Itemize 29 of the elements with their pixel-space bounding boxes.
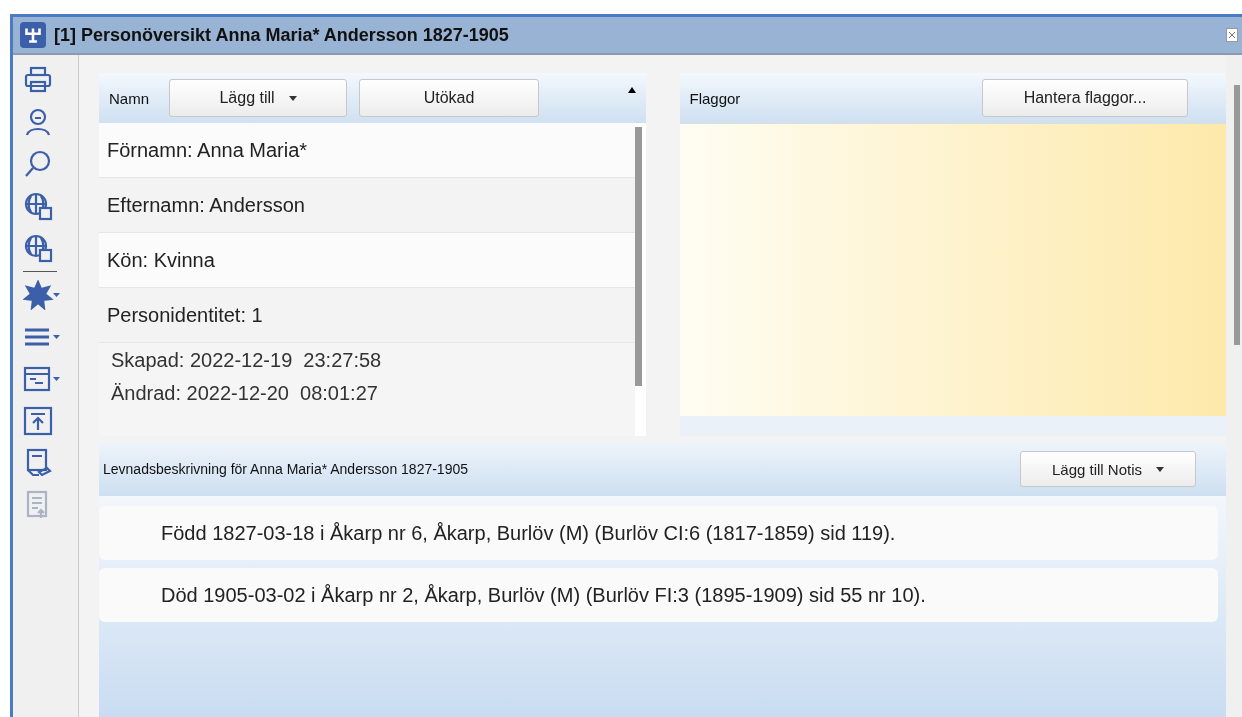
scroll-up-icon[interactable]: [627, 87, 636, 93]
life-event-entry[interactable]: Död 1905-03-02 i Åkarp nr 2, Åkarp, Burlöv (M) (Burlöv FI:3 (1895-1909) sid 55 nr 10).: [99, 568, 1218, 622]
description-title: Levnadsbeskrivning för Anna Maria* Andersson 1827-1905: [103, 461, 469, 477]
add-note-dropdown-button[interactable]: Lägg till Notis: [1020, 451, 1196, 487]
life-event-entry[interactable]: Född 1827-03-18 i Åkarp nr 6, Åkarp, Burlöv (M) (Burlöv CI:6 (1817-1859) sid 119).: [99, 506, 1218, 560]
app-logo-icon: [20, 22, 46, 48]
window-title: [1] Personöversikt Anna Maria* Andersson 1827-1905: [54, 24, 510, 46]
printer-icon[interactable]: [23, 65, 53, 95]
name-field-row[interactable]: Kön: Kvinna: [99, 233, 635, 288]
panel-label: Namn: [109, 89, 149, 107]
name-field-row[interactable]: Efternamn: Andersson: [99, 178, 635, 233]
name-field-row[interactable]: Personidentitet: 1: [99, 288, 635, 343]
timestamp-text: Skapad: 2022-12-19 23:27:58: [111, 349, 383, 372]
timestamp-text: Ändrad: 2022-12-20 08:01:27: [111, 382, 379, 405]
scrollbar-thumb[interactable]: [634, 127, 642, 386]
caret-icon: [288, 95, 297, 101]
manage-flags-button[interactable]: Hantera flaggor...: [982, 79, 1188, 117]
extended-button[interactable]: Utökad: [359, 79, 539, 117]
panel-label: Flaggor: [689, 89, 741, 107]
caret-icon: [1156, 466, 1164, 472]
close-icon[interactable]: [1226, 28, 1238, 42]
star-icon[interactable]: [23, 280, 61, 310]
name-field-row[interactable]: Förnamn: Anna Maria*: [99, 123, 635, 178]
scrollbar-thumb[interactable]: [1234, 85, 1240, 345]
search-icon[interactable]: [23, 149, 53, 179]
upload-box-icon[interactable]: [23, 406, 53, 436]
panel-icon[interactable]: [23, 364, 61, 394]
add-dropdown-button[interactable]: Lägg till: [169, 79, 347, 117]
person-icon[interactable]: [23, 107, 53, 137]
